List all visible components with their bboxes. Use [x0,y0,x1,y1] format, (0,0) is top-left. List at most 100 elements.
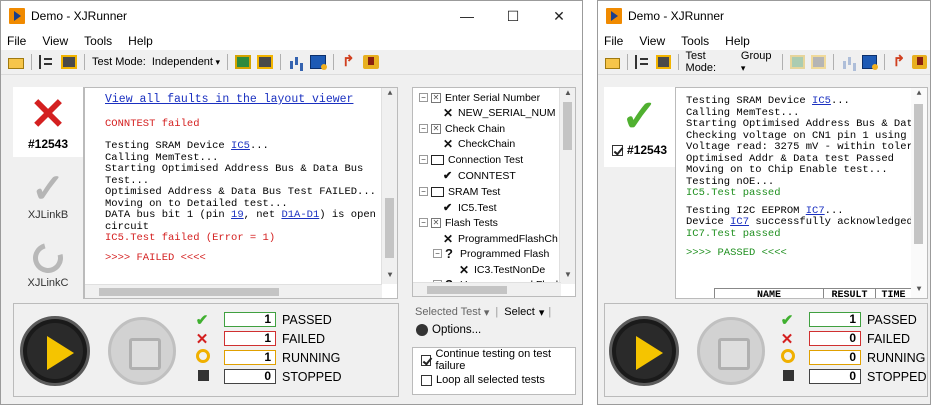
tree-group-sram[interactable]: − SRAM Test [419,184,500,199]
ic7-link[interactable]: IC7 [730,216,749,228]
board-sidebar: ✕ #12543 ✓ XJLinkB XJLinkC [13,87,84,299]
board-tile-failed[interactable]: ✕ #12543 [13,87,83,157]
window-title: Demo - XJRunner [628,9,725,23]
menu-tools[interactable]: Tools [681,34,709,48]
title-bar: Demo - XJRunner — ☐ ✕ [1,1,582,31]
ic7-link[interactable]: IC7 [806,205,825,217]
log-line: Testing SRAM Device IC5... [105,140,269,152]
chip-program-icon[interactable] [257,55,274,69]
tree-group-chain[interactable]: − ✕ Check Chain [419,121,505,136]
view-faults-link[interactable]: View all faults in the layout viewer [105,94,397,106]
run-group-button[interactable] [609,316,679,386]
test-mode-dropdown[interactable]: Independent [152,56,220,68]
log-hscroll[interactable] [85,284,382,298]
open-folder-icon[interactable] [8,57,24,69]
redirect-arrow-icon[interactable] [892,52,907,70]
ic5-link[interactable]: IC5 [231,140,250,152]
tree-item[interactable]: ✔ IC5.Test [443,200,497,215]
board-icon[interactable] [655,55,671,69]
column-result[interactable]: RESULT [824,289,876,298]
test-mode-dropdown[interactable]: Group [741,50,776,74]
board-icon[interactable] [61,55,77,69]
stopped-icon [194,368,210,385]
running-counter: 0 RUNNING [779,348,927,367]
log-line: Optimised Address & Data Bus Test FAILED… [105,186,376,198]
menu-help[interactable]: Help [725,34,750,48]
toolbar-separator [782,54,784,70]
chip-program-icon[interactable] [811,55,827,69]
board-tile-passed[interactable]: ✓ #12543 [604,87,675,167]
chip-test-icon[interactable] [235,55,252,69]
ic5-link[interactable]: IC5 [812,95,831,107]
menu-view[interactable]: View [639,34,665,48]
run-button[interactable] [20,316,90,386]
tree-item[interactable]: ✕ NEW_SERIAL_NUM [443,105,555,120]
chip-test-icon[interactable] [790,55,806,69]
xjlinkb-tile[interactable]: ✓ XJLinkB [13,159,83,229]
tree-item[interactable]: ✕ IC3.TestNonDe [459,262,545,277]
close-button[interactable]: ✕ [536,1,582,31]
group-x-icon: ✕ [431,92,441,103]
layout-viewer-icon[interactable] [310,55,328,70]
statistics-icon[interactable] [841,55,856,69]
tree-group-connection[interactable]: − Connection Test [419,152,523,167]
xjrunner-window-left: Demo - XJRunner — ☐ ✕ File View Tools He… [0,0,583,405]
layout-viewer-icon[interactable] [861,55,878,70]
loop-tests-checkbox[interactable]: Loop all selected tests [413,370,575,390]
menu-help[interactable]: Help [128,34,153,48]
menu-file[interactable]: File [604,34,623,48]
board-select-checkbox[interactable] [611,145,623,157]
toolbar: Test Mode: Independent [1,50,582,75]
checkbox-unchecked[interactable] [421,374,432,386]
menu-tools[interactable]: Tools [84,34,112,48]
selected-test-dropdown[interactable]: Selected Test [415,306,481,318]
tree-vscroll[interactable]: ▲ ▼ [559,88,575,284]
tree-hscroll[interactable] [413,282,561,296]
xjrunner-app-icon [606,8,622,24]
output-log[interactable]: View all faults in the layout viewer CON… [84,87,398,299]
tree-subgroup[interactable]: −? Programmed Flash [433,246,549,261]
tree-item[interactable]: ✕ CheckChain [443,136,515,151]
redirect-arrow-icon[interactable] [341,52,357,70]
menu-file[interactable]: File [7,34,26,48]
stop-button[interactable] [108,317,176,385]
checkbox-checked[interactable] [421,354,432,366]
toolbar-separator [31,54,32,70]
idle-circle-icon [27,237,69,279]
minimize-button[interactable]: — [444,1,490,31]
select-dropdown[interactable]: Select [504,306,535,318]
maximize-button[interactable]: ☐ [490,1,536,31]
open-folder-icon[interactable] [605,57,620,69]
flash-icon[interactable] [363,55,380,69]
flash-icon[interactable] [912,55,928,69]
stop-button[interactable] [697,317,765,385]
tree-item[interactable]: ✔ CONNTEST [443,168,516,183]
statistics-icon[interactable] [288,55,304,69]
test-tree-icon[interactable] [634,55,650,69]
continue-on-failure-checkbox[interactable]: Continue testing on test failure [413,348,575,372]
tree-group-flash[interactable]: − ✕ Flash Tests [419,215,498,230]
window-title: Demo - XJRunner [31,9,128,23]
pin-link[interactable]: 19 [231,209,244,221]
column-time[interactable]: TIME [876,289,912,298]
toolbar-separator [84,54,85,70]
xjrunner-app-icon [9,8,25,24]
result-counters: ✔ 1 PASSED ✕ 0 FAILED 0 RUNNING 0 STOPPED [779,310,927,386]
stopped-icon [779,368,795,385]
column-name[interactable]: NAME [714,289,824,298]
log-line: IC7.Test passed [686,227,781,240]
log-vscroll[interactable]: ▲ ▼ [911,88,927,298]
menu-view[interactable]: View [42,34,68,48]
output-log[interactable]: Testing SRAM Device IC5... Calling MemTe… [676,87,928,299]
group-x-icon: ✕ [431,123,441,134]
xjlinkc-tile[interactable]: XJLinkC [13,231,83,299]
tree-group-serial[interactable]: − ✕ Enter Serial Number [419,90,540,105]
test-tree[interactable]: − ✕ Enter Serial Number ✕ NEW_SERIAL_NUM − ✕… [412,87,576,297]
tree-item[interactable]: ✕ ProgrammedFlashCh [443,231,558,246]
log-vscroll[interactable]: ▲ ▼ [381,88,397,284]
toolbar-separator [227,54,229,70]
log-line: CONNTEST failed [105,117,200,130]
test-tree-icon[interactable] [39,55,55,69]
net-link[interactable]: D1A-D1 [281,209,319,221]
options-button[interactable]: Options... [416,324,481,336]
